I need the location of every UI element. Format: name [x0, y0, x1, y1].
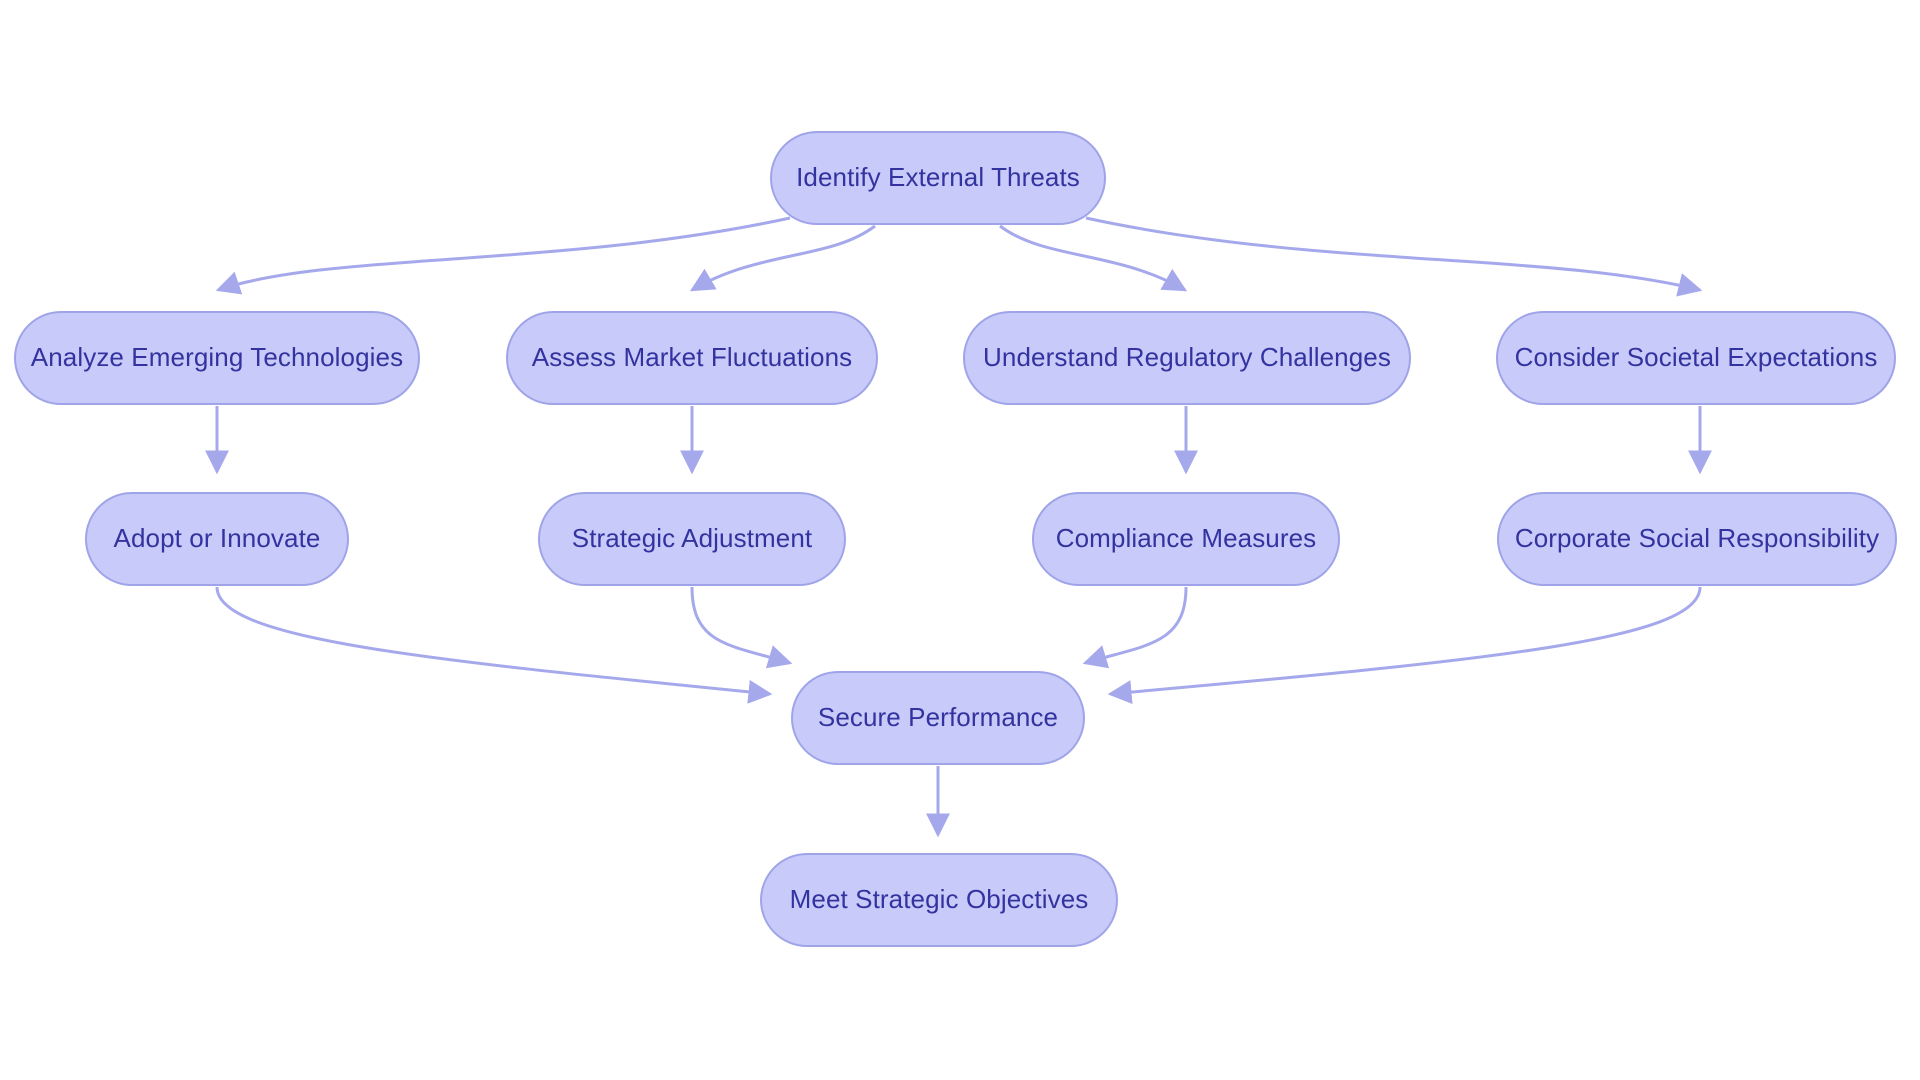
edge-adopt-to-secure: [215, 586, 773, 704]
node-label: Assess Market Fluctuations: [531, 342, 853, 373]
node-understand-regulatory-challenges[interactable]: Understand Regulatory Challenges: [963, 311, 1411, 405]
node-analyze-emerging-technologies[interactable]: Analyze Emerging Technologies: [14, 311, 420, 405]
node-meet-strategic-objectives[interactable]: Meet Strategic Objectives: [760, 853, 1118, 947]
edge-corporate-to-secure: [1107, 586, 1702, 705]
edge-identify-to-understand: [999, 224, 1188, 292]
node-secure-performance[interactable]: Secure Performance: [791, 671, 1085, 765]
node-label: Understand Regulatory Challenges: [983, 342, 1391, 373]
node-strategic-adjustment[interactable]: Strategic Adjustment: [538, 492, 846, 586]
node-label: Corporate Social Responsibility: [1514, 523, 1880, 554]
node-assess-market-fluctuations[interactable]: Assess Market Fluctuations: [506, 311, 878, 405]
node-corporate-social-responsibility[interactable]: Corporate Social Responsibility: [1497, 492, 1897, 586]
edge-strategic-to-secure: [690, 586, 793, 669]
node-label: Strategic Adjustment: [571, 523, 813, 554]
edge-compliance-to-secure: [1082, 586, 1188, 669]
node-consider-societal-expectations[interactable]: Consider Societal Expectations: [1496, 311, 1896, 405]
edge-identify-to-analyze: [215, 216, 791, 295]
node-identify-external-threats[interactable]: Identify External Threats: [770, 131, 1106, 225]
edge-identify-to-consider: [1085, 216, 1703, 297]
edge-identify-to-assess: [689, 224, 876, 292]
node-label: Compliance Measures: [1055, 523, 1317, 554]
node-label: Meet Strategic Objectives: [789, 884, 1089, 915]
node-adopt-or-innovate[interactable]: Adopt or Innovate: [85, 492, 349, 586]
flowchart-canvas: Identify External Threats Analyze Emergin…: [0, 0, 1920, 1080]
node-compliance-measures[interactable]: Compliance Measures: [1032, 492, 1340, 586]
node-label: Identify External Threats: [796, 162, 1080, 193]
node-label: Analyze Emerging Technologies: [30, 342, 404, 373]
node-label: Adopt or Innovate: [113, 523, 321, 554]
node-label: Secure Performance: [817, 702, 1059, 733]
node-label: Consider Societal Expectations: [1514, 342, 1878, 373]
